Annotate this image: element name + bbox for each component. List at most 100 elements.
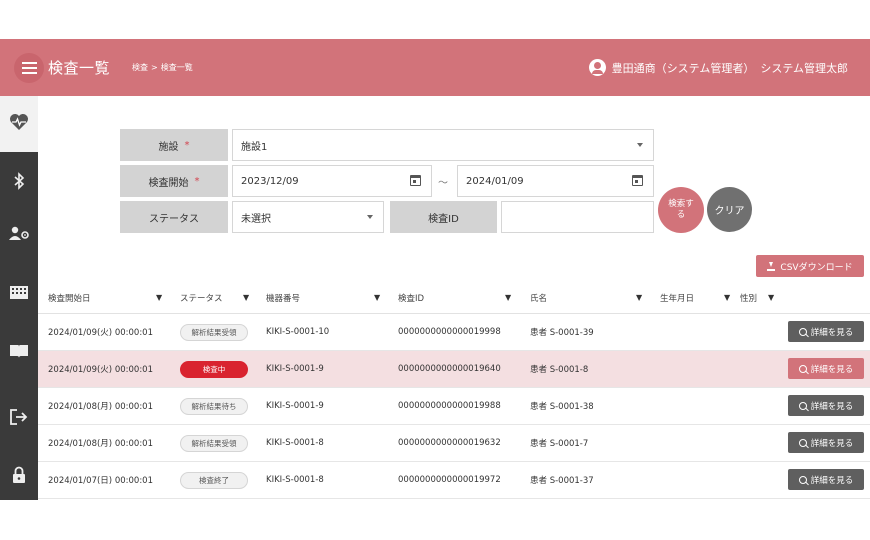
cell-start-date: 2024/01/08(月) 00:00:01	[48, 402, 154, 412]
cell-start-date: 2024/01/09(火) 00:00:01	[48, 365, 154, 375]
view-detail-label: 詳細を見る	[810, 438, 854, 449]
status-badge: 解析結果受領	[180, 435, 248, 452]
start-date-label: 検査開始 *	[120, 165, 228, 197]
cell-name: 患者 S-0001-7	[530, 439, 589, 449]
sidebar-top	[0, 96, 38, 152]
column-header-device: 機器番号	[266, 294, 301, 304]
column-header-status: ステータス	[180, 294, 223, 304]
sort-icon[interactable]: ▼	[505, 293, 511, 303]
sort-icon[interactable]: ▼	[768, 293, 774, 303]
view-detail-label: 詳細を見る	[810, 401, 854, 412]
required-mark: *	[184, 139, 190, 151]
status-value: 未選択	[241, 213, 271, 225]
exam-id-label-text: 検査ID	[428, 213, 459, 225]
building-icon[interactable]	[0, 276, 38, 306]
sidebar	[0, 152, 38, 500]
sort-icon[interactable]: ▼	[724, 293, 730, 303]
required-mark: *	[194, 175, 200, 187]
cell-start-date: 2024/01/08(月) 00:00:01	[48, 439, 154, 449]
sort-icon[interactable]: ▼	[243, 293, 249, 303]
facility-select[interactable]: 施設1	[232, 129, 654, 161]
cell-name: 患者 S-0001-39	[530, 328, 594, 338]
cell-exam-id: 0000000000000019998	[398, 327, 501, 337]
user-settings-icon[interactable]	[0, 218, 38, 248]
column-header-name: 氏名	[530, 294, 548, 304]
table-row[interactable]: 2024/01/09(火) 00:00:01 解析結果受領 KIKI-S-000…	[38, 314, 870, 351]
facility-label-text: 施設	[158, 141, 179, 153]
search-icon	[798, 438, 807, 447]
lock-icon[interactable]	[0, 460, 38, 490]
view-detail-button[interactable]: 詳細を見る	[788, 432, 864, 453]
view-detail-label: 詳細を見る	[810, 327, 854, 338]
download-icon	[767, 261, 776, 271]
start-date-to-value: 2024/01/09	[466, 175, 524, 187]
cell-name: 患者 S-0001-8	[530, 365, 589, 375]
user-name: システム管理太郎	[760, 61, 848, 75]
logout-icon[interactable]	[0, 402, 38, 432]
table-row[interactable]: 2024/01/08(月) 00:00:01 解析結果待ち KIKI-S-000…	[38, 388, 870, 425]
status-label: ステータス	[120, 201, 228, 233]
breadcrumb-item-exam[interactable]: 検査	[132, 62, 148, 73]
clear-button[interactable]: クリア	[707, 187, 752, 232]
account-icon	[588, 59, 606, 76]
start-date-from-value: 2023/12/09	[241, 175, 299, 187]
view-detail-label: 詳細を見る	[810, 364, 854, 375]
app-header: 検査一覧 検査 > 検査一覧 豊田通商（システム管理者） システム管理太郎	[0, 39, 870, 96]
app-root: 検査一覧 検査 > 検査一覧 豊田通商（システム管理者） システム管理太郎 施設…	[0, 0, 870, 540]
view-detail-button[interactable]: 詳細を見る	[788, 358, 864, 379]
breadcrumb-item-exam-list: 検査一覧	[160, 63, 193, 72]
table-row[interactable]: 2024/01/08(月) 00:00:01 解析結果受領 KIKI-S-000…	[38, 425, 870, 462]
csv-download-label: CSVダウンロード	[780, 262, 853, 273]
start-date-from-input[interactable]: 2023/12/09	[232, 165, 432, 197]
date-range-separator: ～	[438, 178, 448, 189]
cell-device: KIKI-S-0001-9	[266, 401, 324, 411]
breadcrumb-separator: >	[151, 63, 158, 72]
sort-icon[interactable]: ▼	[636, 293, 642, 303]
status-badge: 検査中	[180, 361, 248, 378]
cell-name: 患者 S-0001-38	[530, 402, 594, 412]
csv-download-button[interactable]: CSVダウンロード	[756, 255, 864, 277]
status-label-text: ステータス	[149, 213, 199, 225]
table-row[interactable]: 2024/01/09(火) 00:00:01 検査中 KIKI-S-0001-9…	[38, 351, 870, 388]
search-icon	[798, 327, 807, 336]
user-org: 豊田通商（システム管理者）	[611, 61, 755, 75]
search-icon	[798, 475, 807, 484]
cell-device: KIKI-S-0001-9	[266, 364, 324, 374]
view-detail-label: 詳細を見る	[810, 475, 854, 486]
cell-start-date: 2024/01/07(日) 00:00:01	[48, 476, 154, 486]
table-row[interactable]: 2024/01/07(日) 00:00:01 検査終了 KIKI-S-0001-…	[38, 462, 870, 499]
heart-pulse-icon[interactable]	[0, 107, 38, 137]
calendar-icon[interactable]	[632, 175, 643, 186]
cell-name: 患者 S-0001-37	[530, 476, 594, 486]
search-icon	[798, 401, 807, 410]
view-detail-button[interactable]: 詳細を見る	[788, 469, 864, 490]
sort-icon[interactable]: ▼	[374, 293, 380, 303]
chevron-down-icon	[367, 215, 373, 219]
user-menu[interactable]: 豊田通商（システム管理者） システム管理太郎	[588, 39, 848, 96]
cell-device: KIKI-S-0001-8	[266, 438, 324, 448]
column-header-start-date: 検査開始日	[48, 294, 91, 304]
view-detail-button[interactable]: 詳細を見る	[788, 395, 864, 416]
cell-exam-id: 0000000000000019632	[398, 438, 501, 448]
calendar-icon[interactable]	[410, 175, 421, 186]
status-badge: 検査終了	[180, 472, 248, 489]
cell-exam-id: 0000000000000019988	[398, 401, 501, 411]
column-header-dob: 生年月日	[660, 294, 695, 304]
exam-id-label: 検査ID	[390, 201, 497, 233]
search-button[interactable]: 検索する	[658, 187, 704, 233]
cell-exam-id: 0000000000000019640	[398, 364, 501, 374]
status-badge: 解析結果待ち	[180, 398, 248, 415]
exam-id-input[interactable]	[501, 201, 654, 233]
sort-icon[interactable]: ▼	[156, 293, 162, 303]
facility-label: 施設 *	[120, 129, 228, 161]
bluetooth-icon[interactable]	[0, 166, 38, 196]
start-date-to-input[interactable]: 2024/01/09	[457, 165, 654, 197]
book-icon[interactable]	[0, 336, 38, 366]
page-title: 検査一覧	[48, 59, 111, 77]
cell-device: KIKI-S-0001-8	[266, 475, 324, 485]
menu-icon[interactable]	[14, 52, 44, 83]
view-detail-button[interactable]: 詳細を見る	[788, 321, 864, 342]
cell-device: KIKI-S-0001-10	[266, 327, 330, 337]
breadcrumb: 検査 > 検査一覧	[132, 62, 193, 73]
status-select[interactable]: 未選択	[232, 201, 384, 233]
